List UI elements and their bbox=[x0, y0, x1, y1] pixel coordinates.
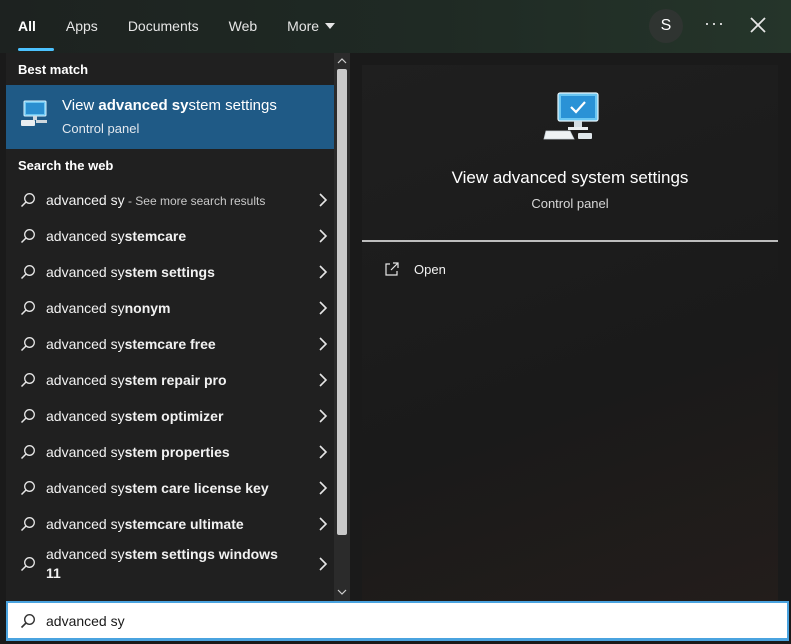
open-external-icon bbox=[385, 262, 399, 276]
preview-subtitle: Control panel bbox=[531, 196, 609, 211]
web-result-text: advanced synonym bbox=[46, 300, 171, 316]
web-result-text: advanced systemcare bbox=[46, 228, 187, 244]
scrollbar-thumb[interactable] bbox=[337, 69, 347, 535]
chevron-right-icon[interactable] bbox=[318, 337, 328, 351]
tab-documents[interactable]: Documents bbox=[128, 0, 199, 53]
web-result-row[interactable]: advanced system settings bbox=[6, 254, 334, 290]
preview-panel: View advanced system settings Control pa… bbox=[362, 65, 778, 601]
chevron-right-icon[interactable] bbox=[318, 193, 328, 207]
search-icon bbox=[20, 613, 36, 629]
web-result-row[interactable]: advanced systemcare bbox=[6, 218, 334, 254]
scroll-down-arrow-icon[interactable] bbox=[337, 587, 347, 597]
chevron-right-icon[interactable] bbox=[318, 265, 328, 279]
web-result-text: advanced system care license key bbox=[46, 480, 269, 496]
search-icon bbox=[20, 481, 35, 496]
web-result-row[interactable]: advanced system repair pro bbox=[6, 362, 334, 398]
web-result-row[interactable]: advanced synonym bbox=[6, 290, 334, 326]
best-match-result[interactable]: View advanced system settings Control pa… bbox=[6, 85, 334, 149]
web-result-row[interactable]: advanced system care license key bbox=[6, 470, 334, 506]
search-web-heading: Search the web bbox=[18, 158, 114, 173]
more-options-button[interactable]: ··· bbox=[704, 13, 725, 34]
web-result-row[interactable]: advanced system optimizer bbox=[6, 398, 334, 434]
preview-divider bbox=[362, 240, 778, 242]
scroll-up-arrow-icon[interactable] bbox=[337, 56, 347, 66]
search-icon bbox=[20, 557, 35, 572]
web-result-row[interactable]: advanced system properties bbox=[6, 434, 334, 470]
search-icon bbox=[20, 517, 35, 532]
tab-label: More bbox=[287, 18, 320, 34]
avatar[interactable]: S bbox=[649, 9, 683, 43]
web-result-text: advanced sy - See more search results bbox=[46, 192, 266, 208]
results-panel: Best match View advanced system settings… bbox=[6, 53, 334, 601]
search-icon bbox=[20, 265, 35, 280]
tab-apps[interactable]: Apps bbox=[66, 0, 98, 53]
search-icon bbox=[20, 229, 35, 244]
chevron-right-icon[interactable] bbox=[318, 409, 328, 423]
web-result-text: advanced systemcare ultimate bbox=[46, 516, 244, 532]
web-result-row[interactable]: advanced sy - See more search results bbox=[6, 182, 334, 218]
tab-label: All bbox=[18, 18, 36, 34]
best-match-title: View advanced system settings bbox=[62, 97, 277, 114]
web-result-row[interactable]: advanced systemcare free bbox=[6, 326, 334, 362]
web-result-text: advanced system settings windows 11 bbox=[46, 545, 278, 581]
tab-all[interactable]: All bbox=[18, 0, 54, 53]
search-icon bbox=[20, 301, 35, 316]
web-result-text: advanced systemcare free bbox=[46, 336, 216, 352]
web-result-text: advanced system optimizer bbox=[46, 408, 224, 424]
web-result-text: advanced system properties bbox=[46, 444, 230, 460]
best-match-subtitle: Control panel bbox=[62, 121, 140, 136]
preview-title: View advanced system settings bbox=[451, 168, 689, 187]
tab-label: Documents bbox=[127, 18, 199, 34]
web-result-row[interactable]: advanced systemcare ultimate bbox=[6, 506, 334, 542]
web-result-row[interactable]: advanced system settings windows 11 bbox=[6, 542, 334, 586]
tab-label: Apps bbox=[65, 18, 98, 34]
tab-strip: All Apps Documents Web More bbox=[18, 0, 365, 53]
tab-web[interactable]: Web bbox=[229, 0, 258, 53]
close-icon[interactable] bbox=[748, 13, 768, 37]
search-box[interactable] bbox=[6, 601, 789, 641]
search-icon bbox=[20, 445, 35, 460]
tab-more[interactable]: More bbox=[287, 0, 336, 53]
chevron-right-icon[interactable] bbox=[318, 301, 328, 315]
open-action[interactable]: Open bbox=[384, 261, 446, 277]
chevron-right-icon[interactable] bbox=[318, 445, 328, 459]
chevron-down-icon bbox=[325, 23, 336, 29]
search-icon bbox=[20, 193, 35, 208]
chevron-right-icon[interactable] bbox=[318, 373, 328, 387]
search-icon bbox=[20, 409, 35, 424]
computer-settings-icon bbox=[21, 100, 47, 126]
chevron-right-icon[interactable] bbox=[318, 517, 328, 531]
tab-label: Web bbox=[228, 18, 258, 34]
best-match-heading: Best match bbox=[18, 62, 89, 77]
search-input[interactable] bbox=[46, 607, 746, 635]
chevron-right-icon[interactable] bbox=[318, 557, 328, 571]
web-result-text: advanced system repair pro bbox=[46, 372, 227, 388]
search-top-bar: All Apps Documents Web More S ··· bbox=[0, 0, 791, 53]
search-icon bbox=[20, 337, 35, 352]
chevron-right-icon[interactable] bbox=[318, 229, 328, 243]
chevron-right-icon[interactable] bbox=[318, 481, 328, 495]
open-label: Open bbox=[414, 261, 446, 277]
results-scrollbar[interactable] bbox=[334, 53, 350, 601]
computer-settings-icon bbox=[543, 92, 599, 140]
web-result-text: advanced system settings bbox=[46, 264, 215, 280]
search-icon bbox=[20, 373, 35, 388]
